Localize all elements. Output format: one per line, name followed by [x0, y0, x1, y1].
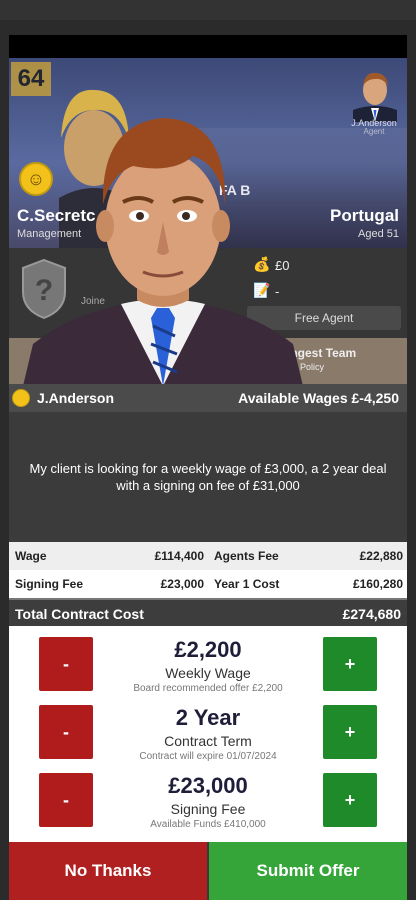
agent-bar: J.Anderson Available Wages £-4,250 — [9, 384, 407, 412]
contract-costs-table: Wage £114,400 Agents Fee £22,880 Signing… — [9, 542, 407, 628]
negotiation-screen: 64 ☺ J.Anderson Agent FA B C.Secretc Man… — [9, 58, 407, 900]
weekly-wage-row: - £2,200 Weekly Wage Board recommended o… — [9, 637, 407, 705]
no-thanks-button[interactable]: No Thanks — [9, 842, 207, 900]
total-label: Total Contract Cost — [15, 606, 144, 622]
agent-mood-smiley-icon — [12, 389, 30, 407]
weekly-wage-hint: Board recommended offer £2,200 — [133, 683, 283, 694]
status-bar — [0, 0, 416, 20]
signing-fee-label: Signing Fee — [170, 801, 246, 817]
agent-thumbnail[interactable] — [347, 66, 403, 122]
contract-term-row: - 2 Year Contract Term Contract will exp… — [9, 705, 407, 773]
cost-row: Wage £114,400 Agents Fee £22,880 — [9, 542, 407, 570]
increase-signing-fee-button[interactable]: + — [323, 773, 377, 827]
agent-thumb-role: Agent — [363, 127, 385, 136]
cost-cell: Year 1 Cost £160,280 — [208, 570, 407, 598]
cost-row: Signing Fee £23,000 Year 1 Cost £160,280 — [9, 570, 407, 598]
cost-label: Agents Fee — [214, 549, 279, 563]
cost-label: Year 1 Cost — [214, 577, 280, 591]
player-nation: Portugal — [330, 206, 399, 225]
player-age: Aged 51 — [358, 228, 399, 240]
decrease-wage-button[interactable]: - — [39, 637, 93, 691]
cost-value: £160,280 — [352, 577, 403, 591]
increase-term-button[interactable]: + — [323, 705, 377, 759]
cost-cell: Agents Fee £22,880 — [208, 542, 407, 570]
contract-term-label: Contract Term — [164, 733, 252, 749]
weekly-wage-value: £2,200 — [174, 637, 242, 662]
agent-message: My client is looking for a weekly wage o… — [29, 461, 387, 493]
total-value: £274,680 — [342, 606, 401, 622]
cost-value: £22,880 — [359, 549, 403, 563]
decrease-signing-fee-button[interactable]: - — [39, 773, 93, 827]
signing-fee-row: - £23,000 Signing Fee Available Funds £4… — [9, 773, 407, 841]
agent-message-area: My client is looking for a weekly wage o… — [9, 412, 407, 542]
contract-term-value: 2 Year — [175, 705, 241, 730]
total-contract-cost-row: Total Contract Cost £274,680 — [9, 598, 407, 628]
cost-value: £23,000 — [160, 577, 204, 591]
cost-cell: Wage £114,400 — [9, 542, 208, 570]
contract-term-hint: Contract will expire 01/07/2024 — [139, 751, 277, 762]
increase-wage-button[interactable]: + — [323, 637, 377, 691]
player-rating: 64 — [11, 62, 51, 96]
signing-fee-value: £23,000 — [168, 773, 248, 798]
agent-name: J.Anderson — [37, 390, 115, 406]
signing-fee-hint: Available Funds £410,000 — [150, 819, 266, 830]
weekly-wage-label: Weekly Wage — [165, 665, 251, 681]
header-bar — [9, 35, 407, 58]
decrease-term-button[interactable]: - — [39, 705, 93, 759]
cost-label: Wage — [15, 549, 47, 563]
submit-offer-button[interactable]: Submit Offer — [209, 842, 407, 900]
cost-value: £114,400 — [154, 549, 204, 563]
negotiation-panel: - £2,200 Weekly Wage Board recommended o… — [9, 626, 407, 842]
available-wages: Available Wages £-4,250 — [238, 390, 399, 406]
cost-label: Signing Fee — [15, 577, 84, 591]
agent-portrait — [23, 118, 303, 386]
cost-cell: Signing Fee £23,000 — [9, 570, 208, 598]
